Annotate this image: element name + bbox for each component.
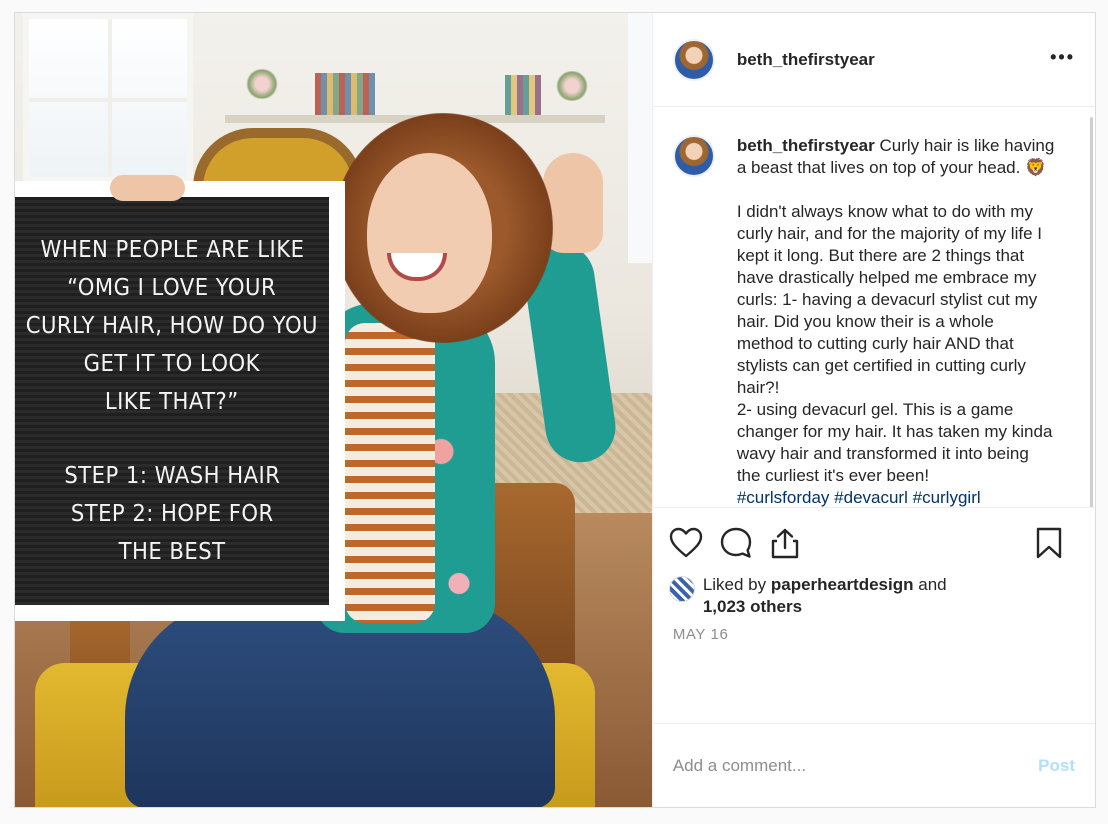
hashtag-link[interactable]: #curlygirl <box>913 488 981 507</box>
comment-icon[interactable] <box>719 526 753 560</box>
bookmark-icon[interactable] <box>1035 526 1063 560</box>
action-buttons <box>669 522 1079 564</box>
comments-area: beth_thefirstyear Curly hair is like hav… <box>653 107 1095 507</box>
letterboard-sign: WHEN PEOPLE ARE LIKE “OMG I LOVE YOUR CU… <box>15 181 345 621</box>
post-header: beth_thefirstyear ••• <box>652 13 1095 107</box>
photo-window <box>23 13 193 183</box>
add-comment-bar: Post <box>652 723 1095 807</box>
share-icon[interactable] <box>769 526 801 560</box>
post-date[interactable]: MAY 16 <box>673 626 1079 643</box>
photo-plant-2 <box>555 71 589 101</box>
photo-hand-holding-sign <box>110 175 185 201</box>
caption-text: beth_thefirstyear Curly hair is like hav… <box>737 135 1055 507</box>
caption-avatar[interactable] <box>672 135 715 177</box>
post-side-panel: beth_thefirstyear ••• beth_thefirstyear … <box>651 13 1095 807</box>
author-avatar[interactable] <box>672 38 715 81</box>
instagram-post: WHEN PEOPLE ARE LIKE “OMG I LOVE YOUR CU… <box>14 12 1096 808</box>
caption-paragraph-3: 2- using devacurl gel. This is a game ch… <box>736 400 1053 485</box>
letterboard-line: LIKE THAT?” <box>105 389 239 415</box>
caption-paragraph-2: I didn't always know what to do with my … <box>736 202 1042 397</box>
more-horizontal-icon[interactable]: ••• <box>1050 47 1075 68</box>
letterboard-line: “OMG I LOVE YOUR <box>67 275 277 301</box>
letterboard-line: WHEN PEOPLE ARE LIKE <box>40 237 304 263</box>
letterboard-line: GET IT TO LOOK <box>83 351 261 377</box>
comment-input[interactable] <box>672 755 1039 776</box>
liker-username[interactable]: paperheartdesign <box>771 575 914 594</box>
letterboard-line: STEP 2: HOPE FOR <box>70 501 274 527</box>
hashtag-link[interactable]: #devacurl <box>834 488 908 507</box>
likes-others-link[interactable]: 1,023 others <box>703 597 802 616</box>
post-actions: Liked by paperheartdesign and 1,023 othe… <box>652 507 1095 723</box>
caption-row: beth_thefirstyear Curly hair is like hav… <box>672 135 1075 507</box>
post-comment-button[interactable]: Post <box>1038 756 1075 776</box>
likes-prefix: Liked by <box>702 575 771 594</box>
letterboard-text: WHEN PEOPLE ARE LIKE “OMG I LOVE YOUR CU… <box>15 197 329 605</box>
likes-summary: Liked by paperheartdesign and 1,023 othe… <box>703 574 947 618</box>
photo-books <box>315 73 375 115</box>
heart-icon[interactable] <box>669 527 703 559</box>
post-photo[interactable]: WHEN PEOPLE ARE LIKE “OMG I LOVE YOUR CU… <box>15 13 652 807</box>
caption-username[interactable]: beth_thefirstyear <box>737 136 875 155</box>
letterboard-line: STEP 1: WASH HAIR <box>64 463 280 489</box>
photo-books-2 <box>505 75 541 115</box>
caption-hashtags: #curlsforday #devacurl #curlygirl <box>737 487 1055 507</box>
letterboard-line: THE BEST <box>118 539 226 565</box>
liker-avatar[interactable] <box>668 576 695 602</box>
photo-face <box>367 153 492 313</box>
author-username[interactable]: beth_thefirstyear <box>737 50 875 70</box>
photo-plant <box>245 69 279 99</box>
photo-window-right <box>627 13 652 263</box>
likes-row: Liked by paperheartdesign and 1,023 othe… <box>668 574 1079 618</box>
comments-scrollbar[interactable] <box>1090 117 1093 507</box>
likes-middle: and <box>913 575 947 594</box>
letterboard-line: CURLY HAIR, HOW DO YOU <box>25 313 319 339</box>
hashtag-link[interactable]: #curlsforday <box>737 488 830 507</box>
photo-striped-shirt <box>345 323 435 623</box>
